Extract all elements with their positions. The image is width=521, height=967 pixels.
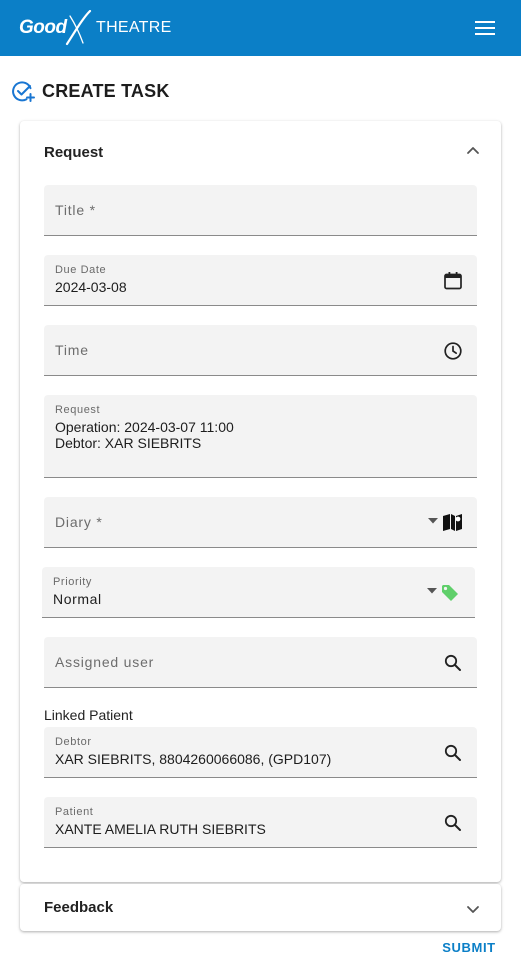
- title-label: Title *: [55, 202, 96, 218]
- assigned-user-field[interactable]: Assigned user: [44, 637, 477, 688]
- request-text-line-2: Debtor: XAR SIEBRITS: [55, 435, 202, 451]
- request-panel-title: Request: [44, 144, 104, 161]
- chevron-up-icon[interactable]: [464, 142, 482, 160]
- request-text: Operation: 2024-03-07 11:00 Debtor: XAR …: [55, 419, 234, 451]
- diary-label: Diary *: [55, 514, 103, 530]
- feedback-panel: Feedback: [20, 884, 501, 931]
- due-date-field[interactable]: Due Date 2024-03-08: [44, 255, 477, 306]
- request-label: Request: [55, 404, 101, 416]
- debtor-value: XAR SIEBRITS, 8804260066086, (GPD107): [55, 751, 332, 767]
- brand-x-mark-icon: [65, 10, 92, 46]
- hamburger-menu-icon: [475, 21, 495, 35]
- patient-value: XANTE AMELIA RUTH SIEBRITS: [55, 821, 266, 837]
- priority-label: Priority: [53, 576, 93, 588]
- brand-word: Good: [19, 17, 67, 38]
- book-map-icon[interactable]: [441, 512, 465, 532]
- chevron-down-icon[interactable]: [464, 900, 482, 918]
- dropdown-arrow-icon[interactable]: [427, 588, 437, 594]
- request-panel-header[interactable]: Request: [20, 121, 501, 183]
- due-date-label: Due Date: [55, 264, 107, 276]
- brand-logo[interactable]: Good THEATRE: [19, 10, 171, 46]
- tag-icon: [442, 585, 458, 601]
- circle-check-plus-icon: [12, 81, 35, 102]
- clock-icon[interactable]: [443, 341, 463, 361]
- debtor-field[interactable]: Debtor XAR SIEBRITS, 8804260066086, (GPD…: [44, 727, 477, 778]
- due-date-value: 2024-03-08: [55, 279, 127, 295]
- linked-patient-heading: Linked Patient: [44, 707, 133, 723]
- title-field[interactable]: Title *: [44, 185, 477, 236]
- page-title: CREATE TASK: [42, 80, 170, 101]
- hamburger-menu-button[interactable]: [470, 14, 500, 42]
- feedback-panel-header[interactable]: Feedback: [20, 884, 501, 931]
- debtor-label: Debtor: [55, 736, 92, 748]
- app-bar: Good THEATRE: [0, 0, 521, 56]
- search-icon[interactable]: [443, 813, 463, 833]
- time-label: Time: [55, 342, 89, 358]
- time-field[interactable]: Time: [44, 325, 477, 376]
- submit-button[interactable]: SUBMIT: [438, 937, 500, 959]
- patient-field[interactable]: Patient XANTE AMELIA RUTH SIEBRITS: [44, 797, 477, 848]
- priority-value: Normal: [53, 591, 102, 607]
- request-textarea[interactable]: Request Operation: 2024-03-07 11:00 Debt…: [44, 395, 477, 478]
- diary-select[interactable]: Diary *: [44, 497, 477, 548]
- calendar-icon[interactable]: [443, 271, 463, 291]
- request-panel: Request Title * Due Date 2024-03-08 Time…: [20, 121, 501, 882]
- page-heading: CREATE TASK: [11, 79, 170, 103]
- priority-select[interactable]: Priority Normal: [42, 567, 475, 618]
- search-icon[interactable]: [443, 743, 463, 763]
- feedback-panel-title: Feedback: [44, 899, 114, 916]
- search-icon[interactable]: [443, 653, 463, 673]
- request-text-line-1: Operation: 2024-03-07 11:00: [55, 419, 234, 435]
- dropdown-arrow-icon[interactable]: [428, 518, 438, 524]
- assigned-user-label: Assigned user: [55, 654, 155, 670]
- brand-product: THEATRE: [96, 19, 172, 36]
- patient-label: Patient: [55, 806, 94, 818]
